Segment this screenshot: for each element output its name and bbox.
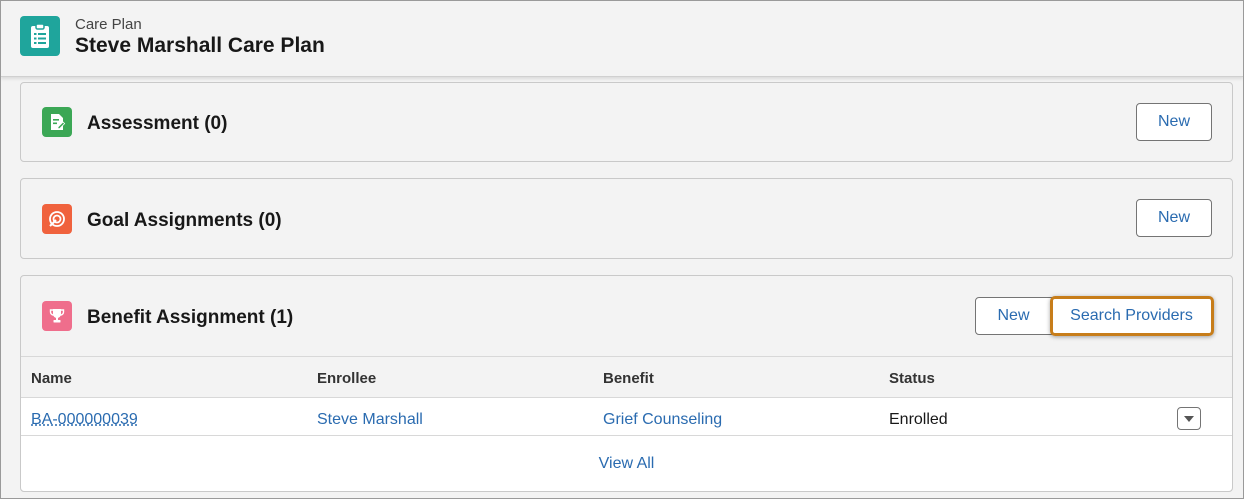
record-type-label: Care Plan bbox=[75, 16, 142, 33]
column-header-status: Status bbox=[889, 370, 935, 387]
benefit-assignment-name-link[interactable]: BA-000000039 bbox=[31, 411, 138, 429]
target-icon bbox=[42, 204, 72, 234]
table-header: Name Enrollee Benefit Status bbox=[21, 356, 1232, 398]
status-value: Enrolled bbox=[889, 411, 948, 428]
enrollee-link[interactable]: Steve Marshall bbox=[317, 411, 423, 429]
benefit-new-button[interactable]: New bbox=[975, 297, 1052, 335]
benefit-link[interactable]: Grief Counseling bbox=[603, 411, 722, 429]
goal-assignments-title: Goal Assignments (0) bbox=[87, 210, 282, 231]
page-title: Steve Marshall Care Plan bbox=[75, 34, 325, 57]
assessment-doc-icon bbox=[42, 107, 72, 137]
view-all-link[interactable]: View All bbox=[599, 455, 655, 473]
table-row: BA-000000039 Steve Marshall Grief Counse… bbox=[21, 398, 1232, 436]
page-header: Care Plan Steve Marshall Care Plan bbox=[1, 1, 1243, 77]
goal-assignments-card: Goal Assignments (0) New bbox=[20, 178, 1233, 259]
column-header-enrollee: Enrollee bbox=[317, 370, 377, 387]
trophy-icon bbox=[42, 301, 72, 331]
row-actions-button[interactable] bbox=[1177, 407, 1201, 430]
assessment-title: Assessment (0) bbox=[87, 113, 228, 134]
chevron-down-icon bbox=[1184, 415, 1194, 422]
goal-assignments-new-button[interactable]: New bbox=[1136, 199, 1212, 237]
clipboard-list-icon bbox=[20, 16, 60, 56]
search-providers-highlight bbox=[1050, 296, 1214, 336]
assessment-card: Assessment (0) New bbox=[20, 82, 1233, 162]
column-header-benefit: Benefit bbox=[603, 370, 654, 387]
benefit-assignment-card: Benefit Assignment (1) New Search Provid… bbox=[20, 275, 1233, 492]
column-header-name: Name bbox=[31, 370, 72, 387]
card-footer: View All bbox=[21, 436, 1232, 491]
care-plan-page: Care Plan Steve Marshall Care Plan Asses… bbox=[0, 0, 1244, 499]
benefit-assignment-title: Benefit Assignment (1) bbox=[87, 307, 294, 328]
assessment-new-button[interactable]: New bbox=[1136, 103, 1212, 141]
